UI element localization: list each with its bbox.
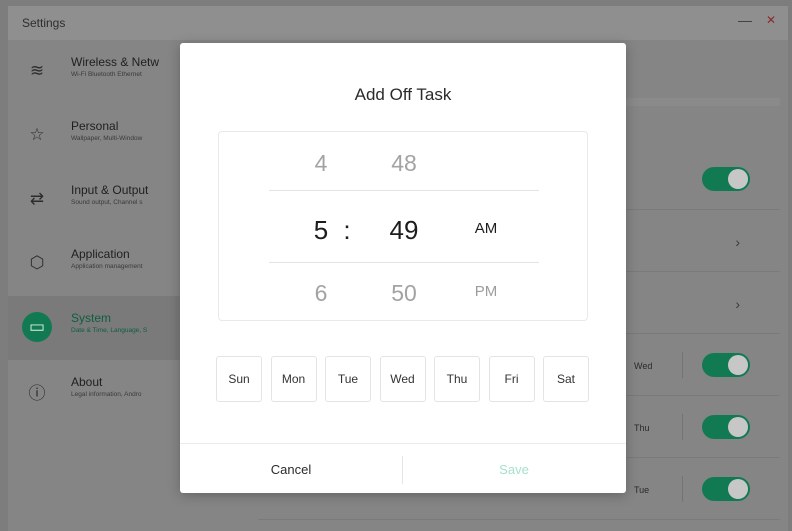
chevron-right-icon: › [735, 296, 740, 312]
toggle-switch[interactable] [702, 167, 750, 191]
info-icon: ⓘ [28, 383, 46, 403]
save-button[interactable]: Save [403, 444, 625, 494]
day-mon-button[interactable]: Mon [270, 356, 317, 402]
ampm-selected[interactable]: AM [456, 220, 516, 237]
sidebar-item-subtitle: Sound output, Channel s [71, 199, 143, 206]
picker-selection-line [269, 190, 539, 191]
time-separator: : [343, 215, 351, 245]
sidebar-item-label: About [71, 375, 103, 389]
toggle-switch[interactable] [702, 415, 750, 439]
task-day-label: Thu [634, 423, 650, 433]
hour-option[interactable]: 6 [291, 280, 351, 307]
add-off-task-dialog: Add Off Task 4 5 6 : 48 49 50 AM PM Sun … [180, 43, 626, 493]
dialog-footer: Cancel Save [180, 443, 626, 493]
time-picker[interactable]: 4 5 6 : 48 49 50 AM PM [218, 131, 588, 321]
day-sun-button[interactable]: Sun [216, 356, 262, 402]
sidebar-item-subtitle: Wallpaper, Multi-Window [71, 135, 143, 142]
toggle-switch[interactable] [702, 477, 750, 501]
chevron-right-icon: › [735, 234, 740, 250]
cancel-button[interactable]: Cancel [180, 444, 402, 494]
input-output-icon: ⇄ [29, 189, 45, 208]
sidebar-item-label: Application [71, 247, 130, 261]
minimize-icon[interactable]: — [738, 12, 752, 28]
divider [682, 352, 683, 378]
ampm-option[interactable]: PM [456, 283, 516, 300]
close-icon[interactable]: ✕ [766, 13, 776, 27]
hour-option[interactable]: 4 [291, 150, 351, 177]
task-day-label: Tue [634, 485, 650, 495]
minute-option[interactable]: 48 [374, 150, 434, 177]
sidebar-item-subtitle: Legal information, Andro [71, 391, 142, 398]
wifi-icon: ≋ [29, 61, 45, 80]
day-tue-button[interactable]: Tue [325, 356, 371, 402]
divider [682, 414, 683, 440]
window-title: Settings [22, 16, 66, 30]
sidebar-item-label: Personal [71, 119, 119, 133]
divider [682, 476, 683, 502]
task-day-label: Wed [634, 361, 653, 371]
dialog-title: Add Off Task [354, 85, 452, 104]
sidebar-item-subtitle: Date & Time, Language, S [71, 327, 148, 334]
sidebar-item-label: System [71, 311, 112, 325]
sidebar-item-subtitle: Application management [71, 263, 143, 270]
day-fri-button[interactable]: Fri [488, 356, 535, 402]
sidebar-item-label: Wireless & Netw [71, 55, 160, 69]
application-icon: ⬡ [29, 253, 45, 272]
minute-option[interactable]: 50 [374, 280, 434, 307]
toggle-switch[interactable] [702, 353, 750, 377]
monitor-icon: ▭ [22, 312, 52, 342]
weekday-selector: Sun Mon Tue Wed Thu Fri Sat [216, 356, 590, 402]
day-thu-button[interactable]: Thu [434, 356, 480, 402]
day-sat-button[interactable]: Sat [543, 356, 589, 402]
minute-selected[interactable]: 49 [374, 215, 434, 246]
star-icon: ☆ [29, 125, 45, 144]
sidebar-item-label: Input & Output [71, 183, 149, 197]
title-bar: Settings — ✕ [8, 6, 788, 40]
sidebar-item-subtitle: Wi-Fi Bluetooth Ethernet [71, 71, 142, 78]
day-wed-button[interactable]: Wed [379, 356, 426, 402]
picker-selection-line [269, 262, 539, 263]
